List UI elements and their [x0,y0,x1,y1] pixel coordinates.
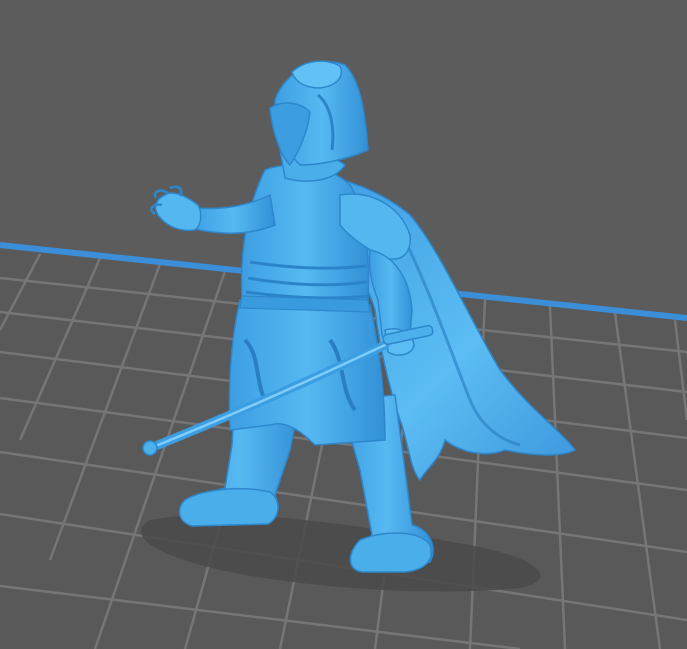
3d-viewport[interactable] [0,0,687,649]
scene-canvas[interactable] [0,0,687,649]
left-hand [154,192,202,232]
left-arm [190,193,276,235]
rear-boot [349,532,432,573]
armor-skirt [228,299,386,446]
